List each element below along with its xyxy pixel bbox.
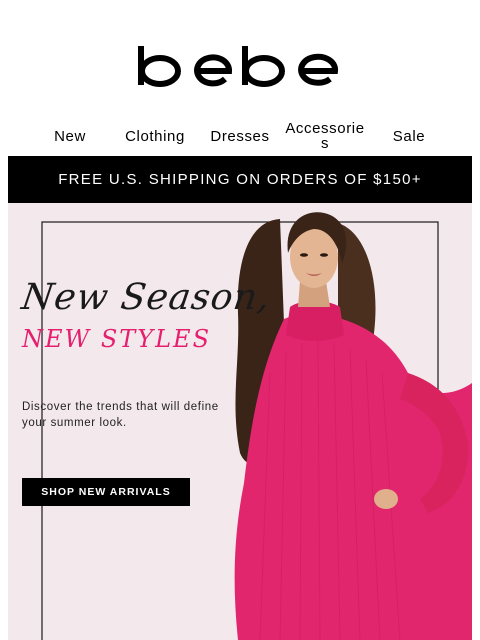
nav-item-accessories[interactable]: Accessories [284, 116, 366, 156]
hero-headline-script: New Season, [19, 277, 274, 318]
nav-item-clothing[interactable]: Clothing [115, 116, 195, 156]
hero-banner[interactable]: New Season, NEW STYLES Discover the tren… [8, 203, 472, 640]
logo-wordmark [138, 46, 339, 87]
bebe-logo[interactable]: bebe [0, 40, 480, 92]
nav-item-new[interactable]: New [40, 116, 100, 156]
main-nav: New Clothing Dresses Accessories Sale [0, 116, 480, 156]
nav-item-sale[interactable]: Sale [381, 116, 437, 156]
hero-headline-caps: NEW STYLES [22, 325, 212, 353]
shop-new-arrivals-button[interactable]: SHOP NEW ARRIVALS [22, 478, 190, 506]
hero-subcopy: Discover the trends that will define you… [22, 401, 219, 429]
nav-item-dresses[interactable]: Dresses [203, 116, 277, 156]
free-shipping-banner[interactable]: FREE U.S. SHIPPING ON ORDERS OF $150+ [8, 156, 472, 203]
